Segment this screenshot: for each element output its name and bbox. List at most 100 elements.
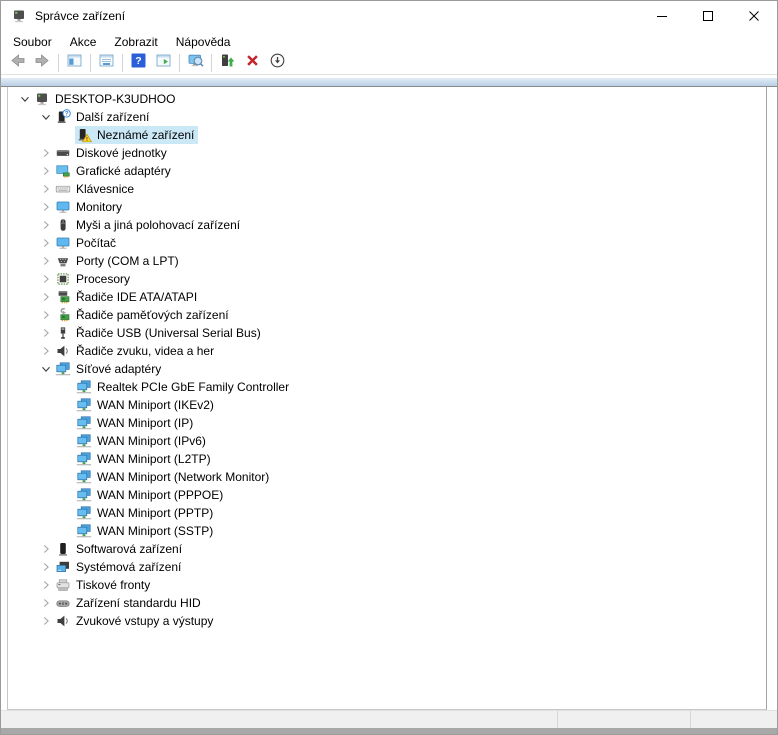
- tree-item-content[interactable]: Porty (COM a LPT): [54, 252, 183, 270]
- tree-item[interactable]: WAN Miniport (IP): [8, 414, 766, 432]
- chevron-right-icon[interactable]: [37, 199, 54, 215]
- chevron-right-icon[interactable]: [37, 541, 54, 557]
- chevron-right-icon[interactable]: [37, 181, 54, 197]
- tree-item-content[interactable]: Systémová zařízení: [54, 558, 185, 576]
- tree-item-content[interactable]: Softwarová zařízení: [54, 540, 186, 558]
- tree-item[interactable]: Tiskové fronty: [8, 576, 766, 594]
- tree-item[interactable]: Porty (COM a LPT): [8, 252, 766, 270]
- tree-item-content[interactable]: WAN Miniport (IPv6): [75, 432, 210, 450]
- tree-item[interactable]: Diskové jednotky: [8, 144, 766, 162]
- tree-item-content[interactable]: Zařízení standardu HID: [54, 594, 205, 612]
- tree-item-content[interactable]: Zvukové vstupy a výstupy: [54, 612, 217, 630]
- tree-item-content[interactable]: Procesory: [54, 270, 134, 288]
- tree-item-content[interactable]: Klávesnice: [54, 180, 138, 198]
- tree-item[interactable]: WAN Miniport (Network Monitor): [8, 468, 766, 486]
- maximize-button[interactable]: [685, 1, 731, 31]
- tree-item[interactable]: Řadiče IDE ATA/ATAPI: [8, 288, 766, 306]
- tree-item[interactable]: Myši a jiná polohovací zařízení: [8, 216, 766, 234]
- menu-akce[interactable]: Akce: [61, 33, 106, 51]
- close-button[interactable]: [731, 1, 777, 31]
- menu-soubor[interactable]: Soubor: [4, 33, 61, 51]
- tree-item-content[interactable]: Diskové jednotky: [54, 144, 171, 162]
- tree-item-label: WAN Miniport (IP): [96, 415, 196, 431]
- tree-item[interactable]: Zvukové vstupy a výstupy: [8, 612, 766, 630]
- chevron-right-icon[interactable]: [37, 613, 54, 629]
- tree-item[interactable]: Monitory: [8, 198, 766, 216]
- tree-item[interactable]: WAN Miniport (SSTP): [8, 522, 766, 540]
- tree-item-content[interactable]: Tiskové fronty: [54, 576, 154, 594]
- chevron-spacer: [58, 523, 75, 539]
- tree-item-content[interactable]: Počítač: [54, 234, 120, 252]
- tree-item[interactable]: WAN Miniport (IKEv2): [8, 396, 766, 414]
- tree-item[interactable]: Systémová zařízení: [8, 558, 766, 576]
- tree-item[interactable]: Grafické adaptéry: [8, 162, 766, 180]
- help-button[interactable]: ?: [126, 53, 151, 74]
- tree-item-content[interactable]: Řadiče USB (Universal Serial Bus): [54, 324, 265, 342]
- tree-item-selected-highlight[interactable]: !Neznámé zařízení: [75, 126, 198, 144]
- network-adapter-icon: [76, 415, 92, 431]
- chevron-right-icon[interactable]: [37, 595, 54, 611]
- update-driver-button[interactable]: [215, 53, 240, 74]
- chevron-right-icon[interactable]: [37, 289, 54, 305]
- menu-napoveda[interactable]: Nápověda: [167, 33, 240, 51]
- chevron-right-icon[interactable]: [37, 559, 54, 575]
- chevron-right-icon[interactable]: [37, 307, 54, 323]
- tree-item[interactable]: Řadiče paměťových zařízení: [8, 306, 766, 324]
- tree-item-content[interactable]: Řadiče zvuku, videa a her: [54, 342, 218, 360]
- chevron-right-icon[interactable]: [37, 217, 54, 233]
- tree-item-content[interactable]: DESKTOP-K3UDHOO: [33, 90, 179, 108]
- back-button[interactable]: [5, 53, 30, 74]
- tree-item-content[interactable]: WAN Miniport (PPTP): [75, 504, 217, 522]
- tree-item-content[interactable]: Myši a jiná polohovací zařízení: [54, 216, 244, 234]
- chevron-down-icon[interactable]: [37, 109, 54, 125]
- tree-item-content[interactable]: Realtek PCIe GbE Family Controller: [75, 378, 293, 396]
- tree-item[interactable]: WAN Miniport (IPv6): [8, 432, 766, 450]
- show-console-tree-button[interactable]: [62, 53, 87, 74]
- tree-item-content[interactable]: WAN Miniport (SSTP): [75, 522, 217, 540]
- tree-item[interactable]: WAN Miniport (L2TP): [8, 450, 766, 468]
- chevron-down-icon[interactable]: [37, 361, 54, 377]
- chevron-right-icon[interactable]: [37, 325, 54, 341]
- tree-item[interactable]: Počítač: [8, 234, 766, 252]
- properties-button[interactable]: [94, 53, 119, 74]
- chevron-right-icon[interactable]: [37, 253, 54, 269]
- tree-item[interactable]: !Neznámé zařízení: [8, 126, 766, 144]
- tree-item-content[interactable]: WAN Miniport (L2TP): [75, 450, 215, 468]
- forward-button[interactable]: [30, 53, 55, 74]
- scan-hardware-changes-button[interactable]: [183, 53, 208, 74]
- minimize-button[interactable]: [639, 1, 685, 31]
- tree-item[interactable]: Síťové adaptéry: [8, 360, 766, 378]
- uninstall-device-button[interactable]: [240, 53, 265, 74]
- tree-item-content[interactable]: Řadiče IDE ATA/ATAPI: [54, 288, 201, 306]
- tree-item[interactable]: Procesory: [8, 270, 766, 288]
- show-action-pane-button[interactable]: [151, 53, 176, 74]
- menu-zobrazit[interactable]: Zobrazit: [105, 33, 166, 51]
- tree-item[interactable]: Klávesnice: [8, 180, 766, 198]
- tree-item-content[interactable]: WAN Miniport (IP): [75, 414, 197, 432]
- tree-item[interactable]: Realtek PCIe GbE Family Controller: [8, 378, 766, 396]
- tree-item[interactable]: ?Další zařízení: [8, 108, 766, 126]
- tree-item[interactable]: Softwarová zařízení: [8, 540, 766, 558]
- chevron-right-icon[interactable]: [37, 271, 54, 287]
- tree-item-content[interactable]: Řadiče paměťových zařízení: [54, 306, 233, 324]
- chevron-right-icon[interactable]: [37, 577, 54, 593]
- chevron-right-icon[interactable]: [37, 343, 54, 359]
- tree-item-content[interactable]: Monitory: [54, 198, 126, 216]
- tree-item-content[interactable]: Síťové adaptéry: [54, 360, 165, 378]
- tree-item-content[interactable]: WAN Miniport (PPPOE): [75, 486, 227, 504]
- tree-item-content[interactable]: ?Další zařízení: [54, 108, 153, 126]
- tree-item[interactable]: Zařízení standardu HID: [8, 594, 766, 612]
- tree-item-content[interactable]: WAN Miniport (IKEv2): [75, 396, 218, 414]
- chevron-right-icon[interactable]: [37, 235, 54, 251]
- chevron-down-icon[interactable]: [16, 91, 33, 107]
- tree-item[interactable]: Řadiče USB (Universal Serial Bus): [8, 324, 766, 342]
- disable-device-button[interactable]: [265, 53, 290, 74]
- chevron-right-icon[interactable]: [37, 163, 54, 179]
- tree-item[interactable]: DESKTOP-K3UDHOO: [8, 90, 766, 108]
- chevron-right-icon[interactable]: [37, 145, 54, 161]
- tree-item[interactable]: Řadiče zvuku, videa a her: [8, 342, 766, 360]
- tree-item-content[interactable]: Grafické adaptéry: [54, 162, 175, 180]
- tree-item[interactable]: WAN Miniport (PPPOE): [8, 486, 766, 504]
- tree-item-content[interactable]: WAN Miniport (Network Monitor): [75, 468, 273, 486]
- tree-item[interactable]: WAN Miniport (PPTP): [8, 504, 766, 522]
